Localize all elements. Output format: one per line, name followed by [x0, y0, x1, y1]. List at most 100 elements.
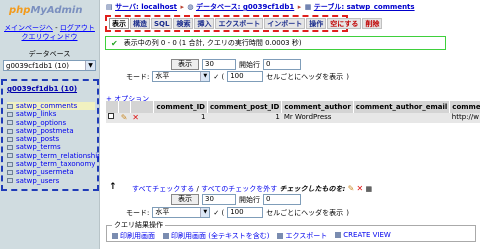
mode-select-bottom[interactable]: 水平 ▼	[152, 207, 211, 218]
column-header[interactable]: comment_post_ID	[207, 101, 283, 113]
tab-import[interactable]: インポート	[264, 18, 306, 29]
tab-sql[interactable]: SQL	[151, 18, 173, 29]
create-view-link[interactable]: CREATE VIEW	[335, 231, 391, 241]
cell: 1	[153, 113, 208, 123]
breadcrumb-table[interactable]: テーブル: satwp_comments	[314, 3, 415, 11]
rows-input[interactable]: 30	[202, 59, 236, 70]
edit-icon[interactable]: ✎	[121, 113, 128, 122]
table-item-satwp-comments[interactable]: satwp_comments	[7, 102, 95, 111]
printer-icon	[163, 233, 169, 239]
database-heading-link[interactable]: g0039cf1db1 (10)	[7, 84, 95, 94]
operations-legend: クエリ結果操作	[114, 221, 163, 229]
start-row-input-bottom[interactable]: 0	[263, 194, 301, 205]
success-message: ✔ 表示中の列 0 - 0 (1 合計, クエリの実行時間 0.0003 秒)	[105, 36, 446, 50]
check-all-bar: すべてチェックする / すべてのチェックを外す チェックしたものを: ✎ ✕ ▦	[132, 184, 373, 194]
export-icon	[277, 233, 284, 239]
query-results-operations: クエリ結果操作 印刷用画面 印刷用画面 (全テキストを含む) エクスポート CR…	[106, 220, 476, 242]
phpmyadmin-logo[interactable]: php MyAdmin	[0, 0, 99, 20]
edit-selected-icon[interactable]: ✎	[348, 184, 355, 193]
start-row-label-bottom: 開始行	[239, 195, 260, 204]
table-icon	[7, 153, 13, 159]
server-icon: ▤	[106, 3, 113, 11]
breadcrumb-server[interactable]: サーバ: localhost	[115, 3, 177, 11]
table-icon	[7, 161, 13, 167]
chevron-down-icon: ▼	[200, 208, 210, 217]
export-selected-icon[interactable]: ▦	[365, 185, 372, 193]
table-item-satwp-postmeta[interactable]: satwp_postmeta	[7, 127, 95, 135]
cell: http://w	[449, 113, 480, 123]
column-header[interactable]: comment_author_email	[353, 101, 451, 113]
with-selected-label: チェックしたものを:	[279, 185, 346, 193]
tab-export[interactable]: エクスポート	[215, 18, 264, 29]
table-item-satwp-terms[interactable]: satwp_terms	[7, 143, 95, 151]
cell	[353, 113, 450, 123]
breadcrumb-database[interactable]: データベース: g0039cf1db1	[196, 3, 294, 11]
check-all-link[interactable]: すべてチェックする	[132, 185, 194, 193]
uncheck-all-link[interactable]: すべてのチェックを外す	[201, 185, 277, 193]
table-item-satwp-users[interactable]: satwp_users	[7, 177, 95, 185]
navigation-controls-bottom: 表示 30 開始行 0	[171, 194, 301, 205]
mode-controls-top: モード: 水平 ▼ ✓ ( 100 セルごとにヘッダを表示 )	[126, 71, 349, 82]
cell: Mr WordPress	[281, 113, 354, 123]
column-header[interactable]: commei	[449, 101, 480, 113]
repeat-headers-label-bottom: セルごとにヘッダを表示	[266, 208, 344, 217]
repeat-headers-label: セルごとにヘッダを表示	[266, 72, 344, 81]
tab-insert[interactable]: 挿入	[194, 18, 215, 29]
table-item-satwp-posts[interactable]: satwp_posts	[7, 135, 95, 143]
table-list: g0039cf1db1 (10) satwp_comments satwp_li…	[1, 79, 99, 191]
table-item-satwp-term-relationships[interactable]: satwp_term_relationships	[7, 152, 99, 160]
checkmark-icon: ✔	[111, 38, 118, 48]
delete-selected-icon[interactable]: ✕	[357, 184, 364, 193]
navigation-controls-top: 表示 30 開始行 0	[171, 59, 301, 70]
database-select[interactable]: g0039cf1db1 (10) ▼	[3, 60, 96, 71]
chevron-down-icon: ▼	[85, 61, 95, 70]
breadcrumb: ▤ サーバ: localhost ▸ ◍ データベース: g0039cf1db1…	[106, 3, 415, 12]
print-view-full-link[interactable]: 印刷用画面 (全テキストを含む)	[163, 231, 269, 241]
cell: 1	[207, 113, 282, 123]
database-label: データベース	[28, 50, 71, 58]
column-header[interactable]: comment_author	[281, 101, 354, 113]
print-view-link[interactable]: 印刷用画面	[112, 231, 155, 241]
table-icon	[7, 120, 13, 126]
arrow-up-icon: ↑	[109, 182, 117, 192]
tab-structure[interactable]: 構造	[130, 18, 150, 29]
start-row-label: 開始行	[239, 60, 260, 69]
tab-operations[interactable]: 操作	[306, 18, 327, 29]
table-item-satwp-usermeta[interactable]: satwp_usermeta	[7, 168, 95, 176]
table-item-satwp-options[interactable]: satwp_options	[7, 119, 95, 127]
table-row: ✎ ✕ 1 1 Mr WordPress http://w	[106, 113, 480, 123]
tab-empty[interactable]: 空にする	[327, 18, 362, 29]
view-icon	[335, 232, 342, 238]
table-icon	[7, 128, 13, 134]
delete-icon[interactable]: ✕	[132, 113, 139, 122]
repeat-headers-input-bottom[interactable]: 100	[227, 207, 264, 218]
home-link[interactable]: メインページへ	[4, 24, 53, 32]
table-item-satwp-term-taxonomy[interactable]: satwp_term_taxonomy	[7, 160, 95, 168]
tab-drop[interactable]: 削除	[362, 18, 383, 29]
query-window-link[interactable]: クエリウィンドウ	[0, 33, 99, 42]
table-header-row: comment_ID comment_post_ID comment_autho…	[106, 101, 480, 113]
database-icon: ◍	[187, 3, 194, 11]
mode-label-bottom: モード:	[126, 208, 150, 217]
row-checkbox[interactable]	[108, 113, 114, 119]
arrow-right-icon: ▸	[297, 3, 302, 11]
mode-select[interactable]: 水平 ▼	[152, 71, 211, 82]
tab-browse[interactable]: 表示	[109, 18, 129, 29]
export-link[interactable]: エクスポート	[277, 231, 327, 241]
repeat-headers-input[interactable]: 100	[227, 71, 264, 82]
table-icon: ▦	[304, 3, 312, 11]
table-item-satwp-links[interactable]: satwp_links	[7, 110, 95, 118]
results-table: comment_ID comment_post_ID comment_autho…	[106, 101, 480, 123]
start-row-input[interactable]: 0	[263, 59, 301, 70]
show-button-bottom[interactable]: 表示	[171, 194, 199, 205]
logout-link[interactable]: ログアウト	[60, 24, 95, 32]
table-icon	[7, 103, 13, 109]
tab-search[interactable]: 検索	[173, 18, 194, 29]
table-icon	[7, 111, 13, 117]
mode-controls-bottom: モード: 水平 ▼ ✓ ( 100 セルごとにヘッダを表示 )	[126, 207, 349, 218]
show-button[interactable]: 表示	[171, 59, 199, 70]
table-icon	[7, 145, 13, 151]
rows-input-bottom[interactable]: 30	[202, 194, 236, 205]
column-header[interactable]: comment_ID	[153, 101, 208, 113]
tab-bar: 表示 構造 SQL 検索 挿入 エクスポート インポート 操作 空にする 削除	[105, 15, 383, 32]
